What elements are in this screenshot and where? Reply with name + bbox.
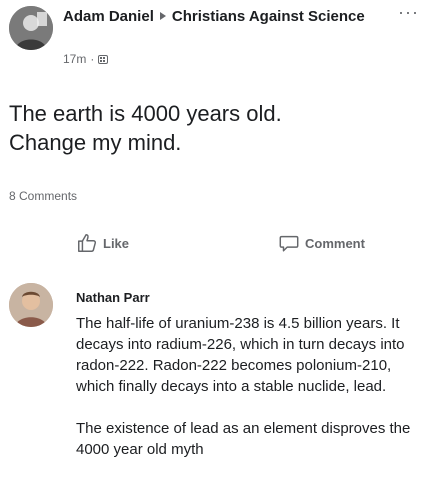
like-button[interactable]: Like: [76, 232, 129, 254]
comment-body: The half-life of uranium-238 is 4.5 bill…: [76, 313, 416, 481]
commenter-name[interactable]: Nathan Parr: [76, 290, 150, 305]
like-icon: [78, 234, 97, 252]
comment-button[interactable]: Comment: [278, 232, 365, 254]
more-options-icon[interactable]: ···: [398, 2, 419, 23]
post-timestamp[interactable]: 17m: [63, 52, 86, 66]
comment-icon: [279, 235, 299, 252]
post-meta: 17m ·: [63, 52, 109, 66]
post-text-line-2: Change my mind.: [9, 130, 182, 155]
comment-paragraph-1: The half-life of uranium-238 is 4.5 bill…: [76, 315, 405, 395]
comment-paragraph-2: The existence of lead as an element disp…: [76, 420, 411, 458]
post-text-line-1: The earth is 4000 years old.: [9, 101, 282, 126]
like-label: Like: [103, 235, 130, 251]
group-name[interactable]: Christians Against Science: [172, 8, 365, 25]
author-avatar[interactable]: [9, 6, 53, 50]
post-text: The earth is 4000 years old. Change my m…: [9, 99, 409, 157]
post-card: Adam Daniel Christians Against Science ··…: [0, 0, 429, 489]
commenter-avatar[interactable]: [9, 283, 53, 327]
post-header: Adam Daniel Christians Against Science: [63, 7, 393, 27]
group-icon: [98, 54, 109, 64]
meta-separator: ·: [90, 52, 95, 66]
comments-count-link[interactable]: 8 Comments: [9, 189, 77, 203]
author-name[interactable]: Adam Daniel: [63, 8, 154, 25]
comment-label: Comment: [305, 235, 365, 251]
action-bar: Like Comment: [0, 232, 429, 260]
arrow-icon: [159, 12, 166, 21]
